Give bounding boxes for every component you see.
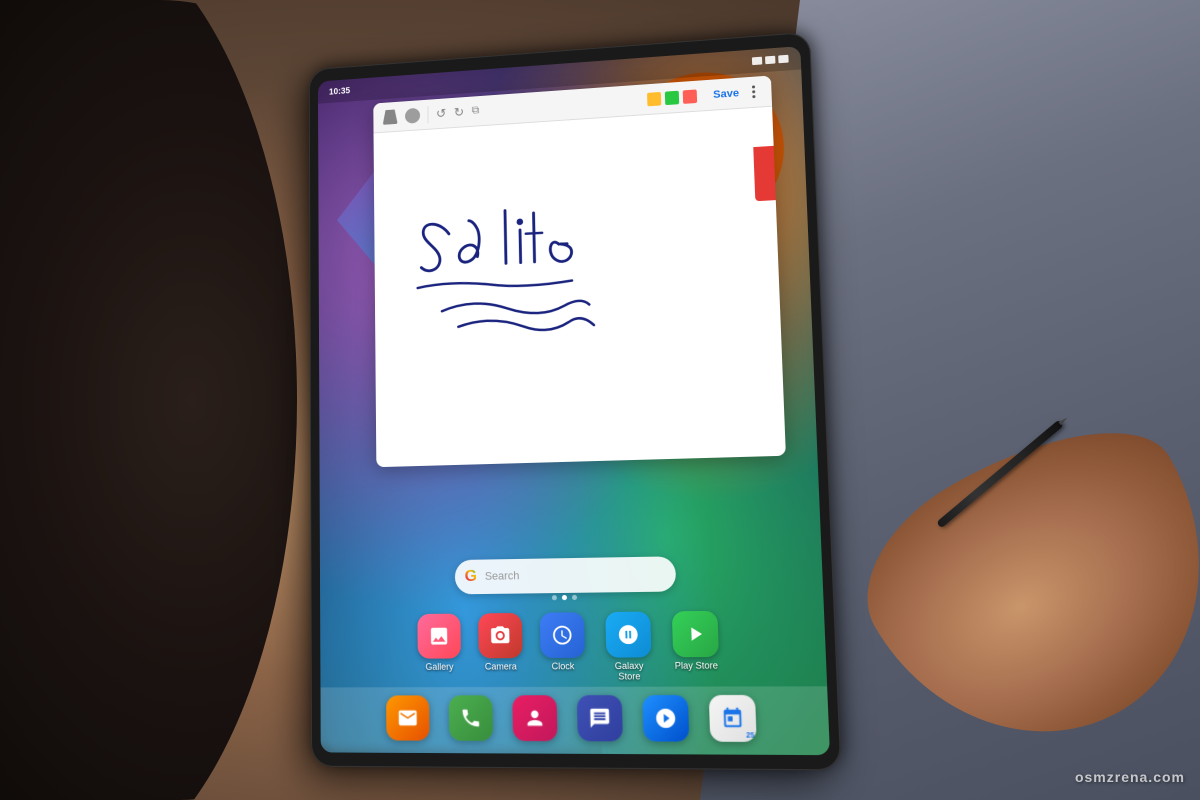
app-gallery[interactable]: Gallery <box>417 614 461 683</box>
clock-svg-icon <box>551 624 574 647</box>
email-dock-icon[interactable] <box>386 695 430 740</box>
page-dot-2-active <box>562 595 567 600</box>
google-search-bar[interactable]: G Search <box>455 556 677 594</box>
store-app-label: Galaxy Store <box>603 660 655 681</box>
battery-icon <box>778 55 788 64</box>
contacts-dock-icon[interactable] <box>512 695 557 741</box>
calendar-svg-icon <box>721 707 745 730</box>
search-hint: Search <box>485 570 520 583</box>
samsung-svg-icon <box>654 707 678 730</box>
duplicate-icon[interactable]: ⧉ <box>472 105 480 118</box>
calendar-dock-icon[interactable]: 25 <box>709 695 757 742</box>
tablet-frame: 10:35 ↺ ↻ <box>309 32 842 771</box>
camera-app-icon[interactable] <box>478 613 523 658</box>
more-dot-1 <box>751 85 754 88</box>
dock-samsung[interactable] <box>642 695 689 742</box>
tablet-screen: 10:35 ↺ ↻ <box>318 46 830 755</box>
contacts-svg-icon <box>524 707 547 730</box>
page-dot-1 <box>552 595 557 600</box>
app-row-main: Gallery Camera <box>320 601 827 687</box>
pencil-tool-icon[interactable] <box>383 109 398 125</box>
messages-dock-icon[interactable] <box>577 695 623 741</box>
phone-svg-icon <box>460 707 482 730</box>
more-dot-3 <box>752 95 755 98</box>
dock-calendar[interactable]: 25 <box>709 695 757 742</box>
clock-app-label: Clock <box>551 661 574 671</box>
toolbar-separator <box>427 106 428 123</box>
samsung-dock-icon[interactable] <box>642 695 689 742</box>
play-app-icon[interactable] <box>672 611 719 657</box>
minimize-button[interactable] <box>647 91 661 105</box>
note-save-area: Save <box>713 83 762 102</box>
dock-contacts[interactable] <box>512 695 557 741</box>
tablet-device: 10:35 ↺ ↻ <box>309 32 842 771</box>
gallery-app-label: Gallery <box>425 662 453 672</box>
wifi-icon <box>765 56 775 64</box>
redo-icon[interactable]: ↻ <box>454 104 465 120</box>
main-scene: 10:35 ↺ ↻ <box>0 0 1200 800</box>
clock-app-icon[interactable] <box>540 612 585 658</box>
google-logo: G <box>465 568 478 586</box>
email-svg-icon <box>397 707 419 730</box>
more-options-button[interactable] <box>745 83 762 100</box>
app-dock: 25 <box>320 686 830 755</box>
app-camera[interactable]: Camera <box>478 613 523 682</box>
dock-messages[interactable] <box>577 695 623 741</box>
camera-app-label: Camera <box>485 661 517 671</box>
more-dot-2 <box>752 90 755 93</box>
gallery-app-icon[interactable] <box>417 614 461 659</box>
eraser-tool-icon[interactable] <box>405 107 420 123</box>
app-galaxy-store[interactable]: Galaxy Store <box>602 612 655 682</box>
calendar-badge: 25 <box>746 732 755 740</box>
store-app-icon[interactable] <box>605 612 651 658</box>
messages-svg-icon <box>588 707 611 730</box>
maximize-button[interactable] <box>665 90 679 104</box>
app-clock[interactable]: Clock <box>540 612 586 682</box>
dock-phone[interactable] <box>449 695 493 741</box>
play-app-label: Play Store <box>675 660 719 671</box>
note-window-controls <box>647 89 697 106</box>
phone-dock-icon[interactable] <box>449 695 493 741</box>
handwritten-note-svg <box>392 123 764 452</box>
play-svg-icon <box>684 622 708 645</box>
status-time: 10:35 <box>329 86 350 97</box>
page-indicator <box>552 595 577 600</box>
note-popup: ↺ ↻ ⧉ Save <box>373 75 786 467</box>
gsmarena-watermark: osmzrena.com <box>1075 769 1185 785</box>
dock-email[interactable] <box>386 695 430 740</box>
page-dot-3 <box>572 595 577 600</box>
camera-svg-icon <box>489 624 511 647</box>
close-button[interactable] <box>683 89 697 103</box>
save-button[interactable]: Save <box>713 87 739 100</box>
gallery-svg-icon <box>428 625 450 648</box>
signal-icon <box>752 57 762 65</box>
home-apps-area: Gallery Camera <box>320 601 830 755</box>
status-icons-group <box>752 55 789 65</box>
app-play-store[interactable]: Play Store <box>672 611 720 682</box>
undo-icon[interactable]: ↺ <box>436 105 446 121</box>
note-content-area[interactable] <box>374 107 786 468</box>
note-bookmark <box>753 146 776 201</box>
store-svg-icon <box>617 623 640 646</box>
